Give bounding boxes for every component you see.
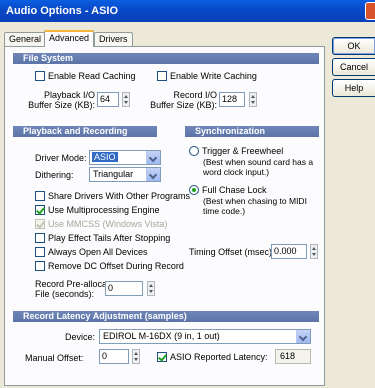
full-chase-lock-label: Full Chase Lock xyxy=(202,185,267,195)
effect-tails-checkbox[interactable]: Play Effect Tails After Stopping xyxy=(35,233,170,243)
tab-general[interactable]: General xyxy=(4,32,47,46)
record-buffer-label-2: Buffer Size (KB): xyxy=(150,100,217,110)
asio-reported-latency-checkbox[interactable]: ASIO Reported Latency: xyxy=(157,352,268,362)
multiprocessing-checkbox[interactable]: Use Multiprocessing Engine xyxy=(35,205,160,215)
synchronization-header: Synchronization xyxy=(185,126,319,137)
multiprocessing-label: Use Multiprocessing Engine xyxy=(48,205,160,215)
driver-mode-label: Driver Mode: xyxy=(35,153,87,163)
manual-offset-spinner[interactable] xyxy=(132,349,140,364)
advanced-panel: File System Enable Read Caching Enable W… xyxy=(4,46,325,386)
effect-tails-label: Play Effect Tails After Stopping xyxy=(48,233,171,243)
asio-reported-value: 618 xyxy=(275,349,311,364)
chevron-down-icon[interactable] xyxy=(146,168,160,181)
record-buffer-spinner[interactable] xyxy=(249,92,257,107)
trigger-freewheel-radio[interactable]: Trigger & Freewheel xyxy=(189,146,283,156)
playback-buffer-label-1: Playback I/O xyxy=(43,90,95,100)
mmcss-checkbox: Use MMCSS (Windows Vista) xyxy=(35,219,167,229)
dc-offset-box[interactable] xyxy=(35,261,45,271)
dithering-select[interactable]: Triangular xyxy=(89,167,161,182)
driver-mode-value: ASIO xyxy=(92,152,118,162)
chevron-down-icon[interactable] xyxy=(296,330,310,343)
preallocate-label-1: Record Pre-allocate xyxy=(35,279,115,289)
dc-offset-checkbox[interactable]: Remove DC Offset During Record xyxy=(35,261,184,271)
write-caching-label: Enable Write Caching xyxy=(170,71,257,81)
file-system-header: File System xyxy=(13,53,319,64)
share-drivers-checkbox[interactable]: Share Drivers With Other Programs xyxy=(35,191,190,201)
enable-read-caching-checkbox[interactable]: Enable Read Caching xyxy=(35,71,136,81)
enable-write-caching-checkbox[interactable]: Enable Write Caching xyxy=(157,71,257,81)
effect-tails-box[interactable] xyxy=(35,233,45,243)
manual-offset-label: Manual Offset: xyxy=(25,353,84,363)
playback-buffer-input[interactable]: 64 xyxy=(97,92,119,107)
window-title: Audio Options - ASIO xyxy=(6,5,119,17)
close-icon[interactable] xyxy=(365,2,375,20)
full-chase-lock-note-2: time code.) xyxy=(203,206,246,216)
tab-advanced[interactable]: Advanced xyxy=(44,30,95,47)
full-chase-lock-radio[interactable]: Full Chase Lock xyxy=(189,185,267,195)
device-select[interactable]: EDIROL M-16DX (9 in, 1 out) xyxy=(99,329,311,344)
title-bar: Audio Options - ASIO xyxy=(0,0,375,22)
playback-buffer-label-2: Buffer Size (KB): xyxy=(28,100,95,110)
dc-offset-label: Remove DC Offset During Record xyxy=(48,261,184,271)
trigger-freewheel-note-2: word clock input.) xyxy=(203,167,270,177)
latency-header: Record Latency Adjustment (samples) xyxy=(13,311,319,322)
asio-reported-box[interactable] xyxy=(157,352,167,362)
multiprocessing-box[interactable] xyxy=(35,205,45,215)
trigger-freewheel-label: Trigger & Freewheel xyxy=(202,146,284,156)
share-drivers-label: Share Drivers With Other Programs xyxy=(48,191,191,201)
read-caching-label: Enable Read Caching xyxy=(48,71,136,81)
full-chase-lock-radio-dot[interactable] xyxy=(189,185,199,195)
share-drivers-box[interactable] xyxy=(35,191,45,201)
mmcss-label: Use MMCSS (Windows Vista) xyxy=(48,219,168,229)
device-value: EDIROL M-16DX (9 in, 1 out) xyxy=(103,331,220,341)
open-all-devices-box[interactable] xyxy=(35,247,45,257)
mmcss-box xyxy=(35,219,45,229)
open-all-devices-checkbox[interactable]: Always Open All Devices xyxy=(35,247,148,257)
write-caching-box[interactable] xyxy=(157,71,167,81)
help-button[interactable]: Help xyxy=(332,79,375,97)
open-all-devices-label: Always Open All Devices xyxy=(48,247,148,257)
device-label: Device: xyxy=(64,332,95,342)
driver-mode-select[interactable]: ASIO xyxy=(89,150,161,165)
trigger-freewheel-radio-dot[interactable] xyxy=(189,146,199,156)
dithering-label: Dithering: xyxy=(35,170,74,180)
record-buffer-input[interactable]: 128 xyxy=(219,92,245,107)
trigger-freewheel-note-1: (Best when sound card has a xyxy=(203,157,314,167)
timing-offset-input[interactable]: 0.000 xyxy=(271,244,307,259)
playback-recording-header: Playback and Recording xyxy=(13,126,157,137)
dithering-value: Triangular xyxy=(93,169,134,179)
preallocate-label-2: File (seconds): xyxy=(35,289,95,299)
ok-button[interactable]: OK xyxy=(332,37,375,55)
playback-buffer-spinner[interactable] xyxy=(122,92,130,107)
tab-drivers[interactable]: Drivers xyxy=(94,32,133,46)
asio-reported-label: ASIO Reported Latency: xyxy=(170,352,268,362)
read-caching-box[interactable] xyxy=(35,71,45,81)
cancel-button[interactable]: Cancel xyxy=(332,58,375,76)
manual-offset-input[interactable]: 0 xyxy=(99,349,129,364)
timing-offset-label: Timing Offset (msec): xyxy=(189,247,275,257)
preallocate-input[interactable]: 0 xyxy=(105,281,143,296)
chevron-down-icon[interactable] xyxy=(146,151,160,164)
record-buffer-label-1: Record I/O xyxy=(173,90,217,100)
full-chase-lock-note-1: (Best when chasing to MIDI xyxy=(203,196,307,206)
preallocate-spinner[interactable] xyxy=(147,281,155,296)
timing-offset-spinner[interactable] xyxy=(310,244,318,259)
